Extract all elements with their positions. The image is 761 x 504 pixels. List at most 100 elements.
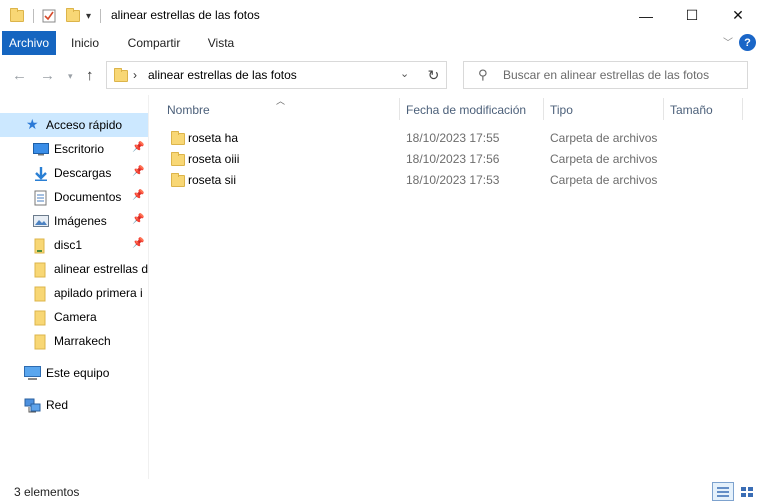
- sidebar-item-label: Acceso rápido: [46, 118, 123, 132]
- file-name: roseta ha: [188, 131, 239, 145]
- forward-icon[interactable]: →: [40, 67, 55, 84]
- details-view-button[interactable]: [712, 482, 734, 501]
- large-icons-view-button[interactable]: [736, 482, 758, 501]
- file-type: Carpeta de archivos: [550, 131, 658, 145]
- expand-ribbon-icon[interactable]: ﹀: [723, 34, 733, 49]
- recent-locations-icon[interactable]: ▾: [68, 71, 73, 82]
- file-modified: 18/10/2023 17:56: [406, 152, 500, 166]
- sidebar-item-quick-access[interactable]: ★ Acceso rápido: [0, 113, 148, 137]
- maximize-button[interactable]: ☐: [669, 0, 715, 31]
- breadcrumb-separator[interactable]: ›: [133, 68, 137, 82]
- column-header-type[interactable]: Tipo: [550, 103, 573, 117]
- search-input[interactable]: Buscar en alinear estrellas de las fotos: [503, 68, 709, 82]
- up-icon[interactable]: ↑: [86, 67, 94, 84]
- folder-icon: [171, 152, 185, 166]
- folder-icon: [10, 7, 24, 25]
- column-divider[interactable]: [663, 98, 664, 120]
- file-type: Carpeta de archivos: [550, 173, 658, 187]
- close-button[interactable]: ✕: [715, 0, 761, 31]
- folder-icon: [34, 310, 50, 326]
- folder-icon: [34, 238, 50, 254]
- tab-compartir[interactable]: Compartir: [116, 31, 192, 55]
- navigation-bar: ← → ▾ ↑ › alinear estrellas de las fotos…: [0, 55, 761, 95]
- sidebar-item-disc1[interactable]: disc1 📌: [0, 233, 148, 257]
- divider: [33, 9, 34, 23]
- sidebar-item-marrakech[interactable]: Marrakech: [0, 329, 148, 353]
- folder-icon: [34, 262, 50, 278]
- back-icon[interactable]: ←: [12, 67, 27, 84]
- star-icon: ★: [26, 116, 39, 132]
- sidebar-item-escritorio[interactable]: Escritorio 📌: [0, 137, 148, 161]
- sidebar-item-label: Red: [46, 398, 69, 412]
- column-divider[interactable]: [742, 98, 743, 120]
- tab-archivo[interactable]: Archivo: [2, 31, 56, 55]
- sidebar-item-apilado[interactable]: apilado primera i: [0, 281, 148, 305]
- table-row[interactable]: roseta ha 18/10/2023 17:55 Carpeta de ar…: [163, 128, 753, 149]
- folder-icon: [34, 334, 50, 350]
- column-divider[interactable]: [543, 98, 544, 120]
- column-header-row: ︿ Nombre Fecha de modificación Tipo Tama…: [158, 96, 758, 122]
- documents-icon: [34, 190, 50, 206]
- tab-inicio[interactable]: Inicio: [60, 31, 110, 55]
- search-box[interactable]: ⚲ Buscar en alinear estrellas de las fot…: [463, 61, 748, 89]
- sidebar-item-label: Descargas: [54, 166, 112, 180]
- sidebar-item-imagenes[interactable]: Imágenes 📌: [0, 209, 148, 233]
- sidebar-item-label: alinear estrellas de: [54, 262, 148, 276]
- column-divider[interactable]: [399, 98, 400, 120]
- table-row[interactable]: roseta sii 18/10/2023 17:53 Carpeta de a…: [163, 170, 753, 191]
- column-header-modified[interactable]: Fecha de modificación: [406, 103, 526, 117]
- pictures-icon: [33, 214, 49, 228]
- sidebar-item-este-equipo[interactable]: Este equipo: [0, 361, 148, 385]
- file-modified: 18/10/2023 17:53: [406, 173, 500, 187]
- table-row[interactable]: roseta oiii 18/10/2023 17:56 Carpeta de …: [163, 149, 753, 170]
- sidebar-item-documentos[interactable]: Documentos 📌: [0, 185, 148, 209]
- sidebar-item-label: Este equipo: [46, 366, 110, 380]
- sidebar-item-alinear-estrellas[interactable]: alinear estrellas de: [0, 257, 148, 281]
- folder-icon: [34, 286, 50, 302]
- status-bar: 3 elementos: [0, 479, 761, 504]
- refresh-button[interactable]: ↻: [421, 61, 447, 89]
- new-folder-icon[interactable]: [66, 7, 80, 25]
- pin-icon: 📌: [132, 166, 145, 177]
- tab-vista[interactable]: Vista: [198, 31, 244, 55]
- column-header-size[interactable]: Tamaño: [670, 103, 713, 117]
- network-icon: [24, 398, 41, 413]
- sidebar-item-label: apilado primera i: [54, 286, 143, 300]
- large-icons-view-icon: [741, 486, 753, 497]
- sidebar-item-red[interactable]: Red: [0, 393, 148, 417]
- help-button[interactable]: ?: [739, 34, 756, 51]
- details-view-icon: [717, 486, 729, 497]
- address-bar[interactable]: › alinear estrellas de las fotos ⌄: [106, 61, 447, 89]
- window-title: alinear estrellas de las fotos: [111, 8, 260, 22]
- sidebar-item-label: Marrakech: [54, 334, 111, 348]
- sidebar-item-label: Documentos: [54, 190, 122, 204]
- divider: [100, 9, 101, 23]
- pane-divider[interactable]: [148, 95, 149, 479]
- breadcrumb[interactable]: alinear estrellas de las fotos: [148, 68, 297, 82]
- title-bar: ▾ alinear estrellas de las fotos — ☐ ✕: [0, 0, 761, 31]
- column-header-name[interactable]: Nombre: [167, 103, 210, 117]
- desktop-icon: [33, 142, 49, 156]
- download-icon: [33, 166, 49, 181]
- pin-icon: 📌: [132, 190, 145, 201]
- search-icon: ⚲: [478, 67, 488, 82]
- file-name: roseta oiii: [188, 152, 240, 166]
- sidebar-item-label: Escritorio: [54, 142, 105, 156]
- customize-toolbar-icon[interactable]: ▾: [86, 7, 91, 25]
- pin-icon: 📌: [132, 142, 145, 153]
- ribbon-tabs: Archivo Inicio Compartir Vista: [0, 31, 761, 55]
- item-count: 3 elementos: [14, 485, 80, 499]
- file-name: roseta sii: [188, 173, 237, 187]
- navigation-pane: ★ Acceso rápido Escritorio 📌 Descargas 📌…: [0, 95, 150, 479]
- properties-icon[interactable]: [42, 7, 56, 25]
- folder-icon: [171, 131, 185, 145]
- folder-icon: [114, 68, 128, 82]
- sidebar-item-descargas[interactable]: Descargas 📌: [0, 161, 148, 185]
- minimize-button[interactable]: —: [623, 0, 669, 31]
- sidebar-item-label: Imágenes: [54, 214, 107, 228]
- computer-icon: [24, 366, 41, 380]
- pin-icon: 📌: [132, 238, 145, 249]
- sort-ascending-icon: ︿: [276, 96, 286, 106]
- address-dropdown-icon[interactable]: ⌄: [400, 67, 409, 80]
- sidebar-item-camera[interactable]: Camera: [0, 305, 148, 329]
